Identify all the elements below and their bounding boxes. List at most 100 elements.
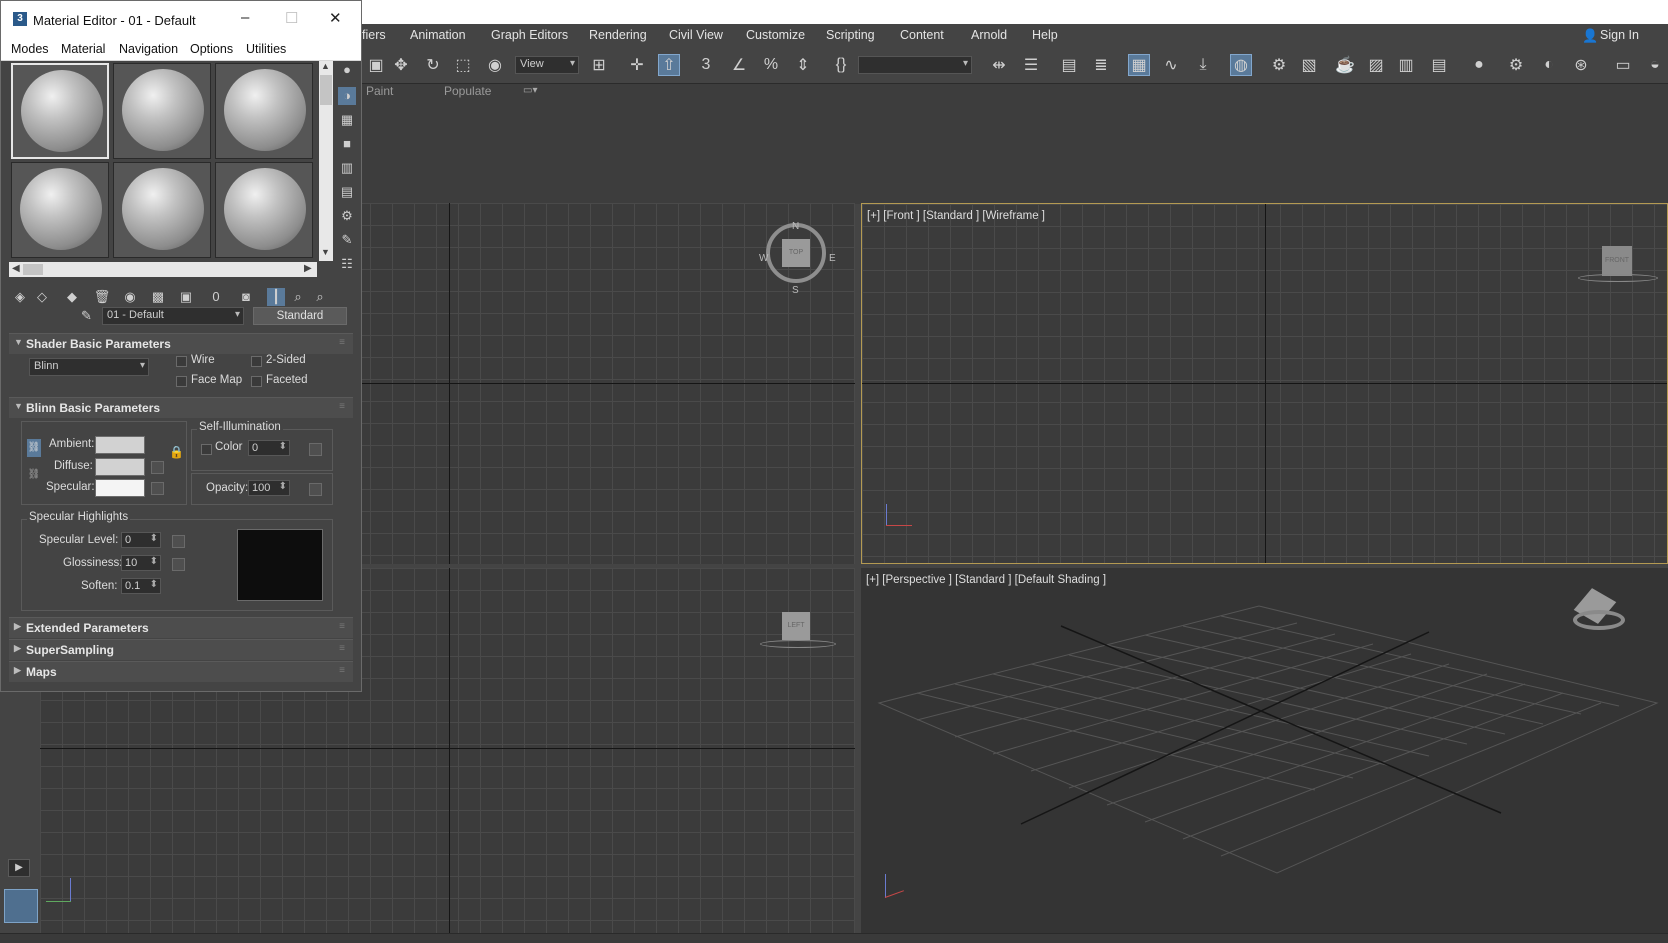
- ribbon-tab-populate[interactable]: Populate: [444, 84, 491, 98]
- spinner-snap-icon[interactable]: ⇕: [792, 54, 814, 76]
- self-illum-spinner[interactable]: 0: [248, 440, 290, 456]
- menu-animation[interactable]: Animation: [410, 28, 466, 42]
- sample-slot[interactable]: [11, 63, 109, 159]
- opacity-spinner[interactable]: 100: [248, 480, 290, 496]
- material-id-channel-icon[interactable]: 0: [207, 288, 225, 306]
- light-icon[interactable]: ●: [1468, 54, 1490, 76]
- scene-explorer-icon[interactable]: ▤: [1058, 54, 1080, 76]
- menu-civil-view[interactable]: Civil View: [669, 28, 723, 42]
- viewcube-front[interactable]: FRONT: [1602, 246, 1632, 276]
- rollout-blinn-basic[interactable]: ▼ Blinn Basic Parameters ≡: [9, 397, 353, 418]
- sample-type-icon[interactable]: ●: [338, 61, 356, 79]
- lock-icon[interactable]: 🔒: [169, 445, 184, 459]
- mirror-icon[interactable]: ⇹: [988, 54, 1010, 76]
- two-sided-checkbox[interactable]: [251, 356, 262, 367]
- me-menu-material[interactable]: Material: [61, 42, 105, 56]
- material-name-dropdown[interactable]: 01 - Default: [102, 307, 244, 325]
- specular-map-button[interactable]: [151, 482, 164, 495]
- ribbon-tab-paint[interactable]: Paint: [366, 84, 393, 98]
- lock-ambient-diffuse-icon[interactable]: ⛓: [27, 439, 41, 457]
- settings-icon[interactable]: ⚙: [1505, 54, 1527, 76]
- material-editor-icon[interactable]: ◍: [1230, 54, 1252, 76]
- scroll-down-icon[interactable]: ▼: [321, 247, 330, 257]
- scroll-left-icon[interactable]: ◀: [12, 263, 20, 274]
- me-menu-modes[interactable]: Modes: [11, 42, 49, 56]
- assign-to-selection-icon[interactable]: ◆: [63, 288, 81, 306]
- menu-rendering[interactable]: Rendering: [589, 28, 647, 42]
- sample-slot[interactable]: [113, 162, 211, 258]
- material-map-navigator-icon[interactable]: ☷: [338, 255, 356, 273]
- menu-content[interactable]: Content: [900, 28, 944, 42]
- menu-customize[interactable]: Customize: [746, 28, 805, 42]
- expand-icon[interactable]: ▶: [8, 859, 30, 877]
- put-to-scene-icon[interactable]: ◇: [33, 288, 51, 306]
- me-menu-options[interactable]: Options: [190, 42, 233, 56]
- options-icon[interactable]: ⚙: [338, 207, 356, 225]
- sample-slot[interactable]: [113, 63, 211, 159]
- faceted-checkbox[interactable]: [251, 376, 262, 387]
- lock-diffuse-specular-icon[interactable]: ⛓: [27, 469, 41, 483]
- glossiness-spinner[interactable]: 10: [121, 555, 161, 571]
- render-icon[interactable]: ☕: [1334, 54, 1356, 76]
- percent-snap-icon[interactable]: %: [760, 54, 782, 76]
- menu-arnold[interactable]: Arnold: [971, 28, 1007, 42]
- sample-slot[interactable]: [11, 162, 109, 258]
- go-to-parent-icon[interactable]: ⌕: [289, 288, 307, 306]
- viewcube-left[interactable]: LEFT: [782, 612, 810, 640]
- show-shaded-map-icon[interactable]: ◙: [237, 288, 255, 306]
- viewport-front[interactable]: [+] [Front ] [Standard ] [Wireframe ] FR…: [861, 203, 1668, 564]
- curve-editor-icon[interactable]: ∿: [1160, 54, 1182, 76]
- snaps-icon[interactable]: 3: [695, 54, 717, 76]
- move-icon[interactable]: ✥: [390, 54, 412, 76]
- asset-tracking-icon[interactable]: ▥: [1395, 54, 1417, 76]
- material-type-button[interactable]: Standard: [253, 307, 347, 325]
- specular-level-spinner[interactable]: 0: [121, 532, 161, 548]
- go-forward-sibling-icon[interactable]: ⌕: [311, 288, 329, 306]
- show-end-result-icon[interactable]: ┃: [267, 288, 285, 306]
- rollout-extended[interactable]: ▶ Extended Parameters ≡: [9, 617, 353, 638]
- slots-vertical-scrollbar[interactable]: ▲ ▼: [319, 61, 333, 261]
- menu-graph-editors[interactable]: Graph Editors: [491, 28, 568, 42]
- opacity-map-button[interactable]: [309, 483, 322, 496]
- slots-horizontal-scrollbar[interactable]: ◀ ▶: [9, 262, 317, 277]
- minimize-button[interactable]: –: [241, 9, 249, 26]
- scroll-right-icon[interactable]: ▶: [304, 263, 312, 274]
- menu-scripting[interactable]: Scripting: [826, 28, 875, 42]
- make-preview-icon[interactable]: ▤: [338, 183, 356, 201]
- place-icon[interactable]: ◉: [484, 54, 506, 76]
- viewport-front-label[interactable]: [+] [Front ] [Standard ] [Wireframe ]: [867, 210, 1045, 222]
- specular-level-map-button[interactable]: [172, 535, 185, 548]
- diffuse-map-button[interactable]: [151, 461, 164, 474]
- named-selection-icon[interactable]: {}: [830, 54, 852, 76]
- get-material-icon[interactable]: ◈: [11, 288, 29, 306]
- material-editor-titlebar[interactable]: 3 Material Editor - 01 - Default – ☐ ✕: [1, 1, 361, 39]
- align-icon[interactable]: ☰: [1020, 54, 1042, 76]
- rotate-icon[interactable]: ↻: [422, 54, 444, 76]
- reference-coord-dropdown[interactable]: View: [515, 56, 579, 74]
- glossiness-map-button[interactable]: [172, 558, 185, 571]
- shader-type-dropdown[interactable]: Blinn: [29, 358, 149, 376]
- select-by-material-icon[interactable]: ✎: [338, 231, 356, 249]
- scale-icon[interactable]: ⬚: [452, 54, 474, 76]
- rollout-maps[interactable]: ▶ Maps ≡: [9, 661, 353, 682]
- angle-snap-icon[interactable]: ∠: [728, 54, 750, 76]
- make-copy-icon[interactable]: ◉: [121, 288, 139, 306]
- viewport-layout-icon[interactable]: [4, 889, 38, 923]
- rollout-supersampling[interactable]: ▶ SuperSampling ≡: [9, 639, 353, 660]
- close-button[interactable]: ✕: [329, 9, 342, 27]
- pivot-icon[interactable]: ⊞: [588, 54, 610, 76]
- self-illum-color-checkbox[interactable]: [201, 444, 212, 455]
- sample-slot[interactable]: [215, 162, 313, 258]
- ribbon-toggle-icon[interactable]: ▦: [1128, 54, 1150, 76]
- sample-uv-tiling-icon[interactable]: ■: [338, 135, 356, 153]
- scroll-thumb[interactable]: [320, 75, 332, 105]
- make-unique-icon[interactable]: ▩: [149, 288, 167, 306]
- civil-icon[interactable]: ⊛: [1570, 54, 1592, 76]
- backlight-icon[interactable]: ◑: [338, 87, 356, 105]
- specular-color-swatch[interactable]: [95, 479, 145, 497]
- rollout-shader-basic[interactable]: ▼ Shader Basic Parameters ≡: [9, 333, 353, 354]
- me-menu-navigation[interactable]: Navigation: [119, 42, 178, 56]
- video-color-check-icon[interactable]: ▥: [338, 159, 356, 177]
- teapot-icon[interactable]: ◒: [1644, 54, 1666, 76]
- eyedropper-icon[interactable]: ✎: [81, 308, 92, 324]
